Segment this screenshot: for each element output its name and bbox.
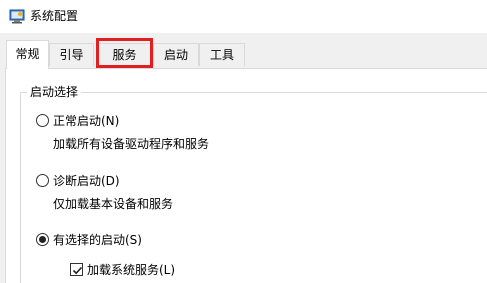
radio-selected-dot <box>39 236 46 243</box>
startup-selection-label: 启动选择 <box>27 84 82 100</box>
tab-bar: 常规 引导 服务 启动 工具 <box>0 40 487 69</box>
system-config-icon <box>9 8 25 24</box>
load-system-services-label[interactable]: 加载系统服务(L) <box>87 262 175 278</box>
diagnostic-startup-label[interactable]: 诊断启动(D) <box>53 173 120 189</box>
normal-startup-label[interactable]: 正常启动(N) <box>53 113 119 129</box>
load-system-services-checkbox[interactable] <box>70 263 83 276</box>
services-tab-highlight <box>96 38 153 68</box>
tab-general[interactable]: 常规 <box>6 40 49 69</box>
diagnostic-startup-description: 仅加载基本设备和服务 <box>53 197 174 211</box>
normal-startup-description: 加载所有设备驱动程序和服务 <box>53 137 210 151</box>
diagnostic-startup-radio[interactable] <box>36 174 49 187</box>
tab-tools[interactable]: 工具 <box>199 43 245 66</box>
tab-startup[interactable]: 启动 <box>153 43 199 66</box>
tab-boot[interactable]: 引导 <box>49 43 94 66</box>
normal-startup-radio[interactable] <box>36 114 49 127</box>
selective-startup-radio[interactable] <box>36 233 49 246</box>
title-bar: 系统配置 <box>0 0 487 33</box>
selective-startup-label[interactable]: 有选择的启动(S) <box>53 232 142 248</box>
window-title: 系统配置 <box>30 9 79 23</box>
checkmark-icon <box>72 266 83 275</box>
